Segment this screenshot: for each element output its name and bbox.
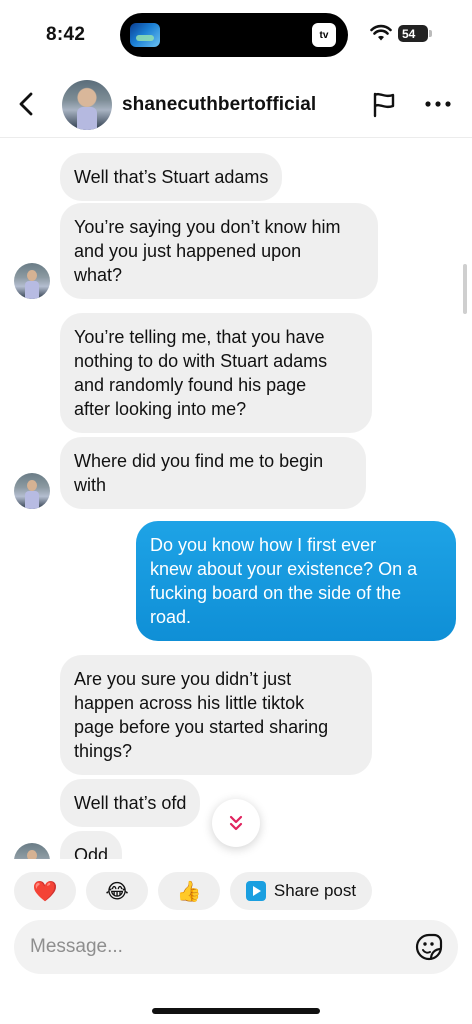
flag-icon[interactable] xyxy=(370,90,398,118)
sender-avatar[interactable] xyxy=(14,843,50,859)
message-outgoing[interactable]: Do you know how I first ever knew about … xyxy=(136,521,456,641)
laughing-emoji-icon: 😂 xyxy=(105,880,129,903)
more-options-icon[interactable] xyxy=(424,94,452,114)
message-composer xyxy=(14,920,458,974)
status-bar: 8:42 tv 54 xyxy=(0,0,472,70)
heart-icon: ❤️ xyxy=(32,880,58,903)
quick-laugh-button[interactable]: 😂 xyxy=(86,872,148,910)
status-time: 8:42 xyxy=(46,24,86,45)
share-post-label: Share post xyxy=(273,881,357,900)
message-incoming[interactable]: You’re saying you don’t know him and you… xyxy=(60,203,378,299)
back-chevron-icon[interactable] xyxy=(14,90,40,118)
share-post-button[interactable]: Share post xyxy=(230,872,372,910)
message-input[interactable] xyxy=(30,920,400,974)
sticker-icon[interactable] xyxy=(414,932,444,962)
quick-thumbs-up-button[interactable]: 👍 xyxy=(158,872,220,910)
apple-tv-icon: tv xyxy=(312,23,336,47)
profile-avatar[interactable] xyxy=(62,80,112,130)
chat-header: shanecuthbertofficial xyxy=(0,70,472,138)
quick-replies-bar: ❤️ 😂 👍 Share post xyxy=(0,872,472,912)
message-thread[interactable]: Well that’s Stuart adams You’re saying y… xyxy=(0,139,472,859)
scrollbar[interactable] xyxy=(463,264,467,314)
quick-heart-button[interactable]: ❤️ xyxy=(14,872,76,910)
message-incoming[interactable]: Well that’s ofd xyxy=(60,779,201,827)
live-activity-app-icon xyxy=(130,23,160,47)
share-post-icon xyxy=(245,881,266,901)
dynamic-island: tv xyxy=(120,13,348,57)
sender-avatar[interactable] xyxy=(14,263,50,299)
battery-indicator: 54 xyxy=(398,25,432,42)
sender-avatar[interactable] xyxy=(14,473,50,509)
message-incoming[interactable]: Odd xyxy=(60,831,123,859)
message-incoming[interactable]: Well that’s Stuart adams xyxy=(60,153,283,201)
double-chevron-down-icon xyxy=(229,815,243,831)
message-incoming[interactable]: Where did you find me to begin with xyxy=(60,437,366,509)
profile-username[interactable]: shanecuthbertofficial xyxy=(122,94,316,116)
thumbs-up-icon: 👍 xyxy=(176,880,202,903)
message-incoming[interactable]: Are you sure you didn’t just happen acro… xyxy=(60,655,372,775)
message-incoming[interactable]: You’re telling me, that you have nothing… xyxy=(60,313,372,433)
scroll-to-bottom-button[interactable] xyxy=(212,799,260,847)
wifi-icon xyxy=(370,24,392,41)
home-indicator xyxy=(152,1008,320,1014)
